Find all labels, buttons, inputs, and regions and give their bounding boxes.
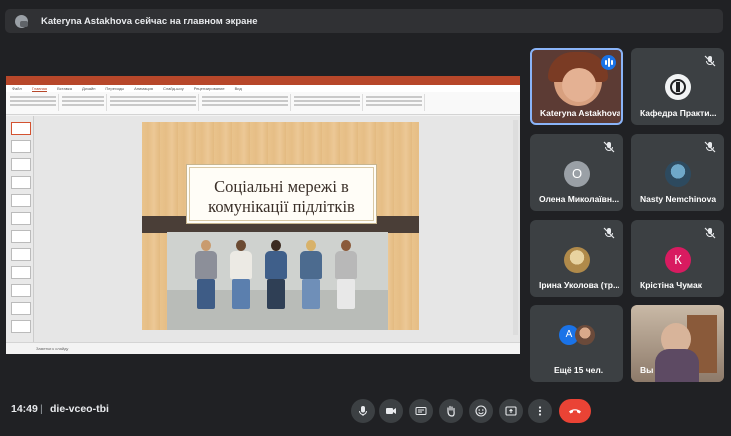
camera-icon (386, 408, 396, 414)
slide-thumbnail (11, 140, 31, 153)
slide-thumbnail (11, 302, 31, 315)
participant-tile-speaker[interactable]: Kateryna Astakhova (530, 48, 623, 125)
slide-thumbnail (11, 284, 31, 297)
slide-thumbnail (11, 248, 31, 261)
slide-title-line-2: комунікації підлітків (208, 197, 355, 216)
captions-button[interactable] (409, 399, 433, 423)
notes-bar: Заметки к слайду (6, 342, 520, 354)
avatar: К (665, 247, 691, 273)
more-participants-tile[interactable]: А Ещё 15 чел. (530, 305, 623, 382)
current-slide: Соціальні мережі в комунікації підлітків (142, 122, 419, 330)
powerpoint-titlebar (6, 76, 520, 85)
mic-off-icon (704, 55, 716, 67)
avatar (665, 161, 691, 187)
more-participants-count: Ещё 15 чел. (554, 365, 604, 375)
slide-thumbnail (11, 176, 31, 189)
captions-icon (415, 407, 427, 415)
ribbon-tab: Рецензирование (193, 86, 225, 91)
camera-button[interactable] (379, 399, 403, 423)
ribbon-tab: Дизайн (81, 86, 96, 91)
participant-tile[interactable]: Кафедра Практи... (631, 48, 724, 125)
ribbon-tab: Вид (234, 86, 242, 91)
leave-call-button[interactable] (559, 399, 591, 423)
participant-tile[interactable]: К Крістіна Чумак (631, 220, 724, 297)
participant-name: Nasty Nemchinova (640, 194, 717, 204)
present-now-button[interactable] (499, 399, 523, 423)
raise-hand-icon (447, 405, 455, 417)
ribbon-toolbar (6, 92, 520, 115)
hangup-icon (569, 409, 581, 414)
avatar (564, 247, 590, 273)
meeting-code: die-vceo-tbi (50, 403, 109, 415)
slide-thumbnail (11, 266, 31, 279)
mic-off-icon (704, 141, 716, 153)
participant-name: Вы (640, 365, 654, 375)
meeting-separator: | (40, 403, 43, 415)
mic-off-icon (603, 227, 615, 239)
slide-thumbnail (11, 212, 31, 225)
slide-title-line-1: Соціальні мережі в (214, 177, 349, 196)
slide-thumbnail (11, 158, 31, 171)
more-options-button[interactable] (528, 399, 552, 423)
ribbon-tab: Анимация (134, 86, 153, 91)
ribbon-tab: Вставка (57, 86, 72, 91)
participant-tile[interactable]: Ірина Уколова (тр... (530, 220, 623, 297)
ribbon-tabs: Файл Главная Вставка Дизайн Переходы Ани… (6, 85, 520, 92)
emoji-button[interactable] (469, 399, 493, 423)
slide-scrollbar (513, 120, 518, 335)
participant-tile[interactable]: Nasty Nemchinova (631, 134, 724, 211)
raise-hand-button[interactable] (439, 399, 463, 423)
meeting-time: 14:49 (11, 403, 38, 415)
ribbon-tab: Слайд-шоу (162, 86, 184, 91)
participant-tile[interactable]: О Олена Миколаївн... (530, 134, 623, 211)
microphone-icon (359, 406, 367, 416)
participant-name: Ірина Уколова (тр... (539, 280, 619, 290)
slide-thumbnails (6, 116, 34, 342)
self-view-tile[interactable]: Вы (631, 305, 724, 382)
slide-thumbnail (11, 194, 31, 207)
more-icon (538, 406, 542, 416)
speaking-indicator-icon (601, 55, 616, 70)
presenting-banner: Kateryna Astakhova сейчас на главном экр… (5, 9, 723, 33)
participant-name: Крістіна Чумак (640, 280, 702, 290)
ribbon-tab: Файл (12, 86, 22, 91)
participant-name: Кафедра Практи... (640, 108, 717, 118)
slide-photo-teenagers (167, 232, 388, 330)
shared-screen: Файл Главная Вставка Дизайн Переходы Ани… (6, 76, 520, 354)
mic-off-icon (704, 227, 716, 239)
emoji-icon (475, 405, 487, 417)
slide-title-box: Соціальні мережі в комунікації підлітків (186, 164, 377, 224)
mic-off-icon (603, 141, 615, 153)
slide-thumbnail (11, 230, 31, 243)
ribbon-tab-active: Главная (31, 86, 48, 92)
avatar: О (564, 161, 590, 187)
ribbon-tab: Переходы (105, 86, 125, 91)
presenter-avatar-icon (15, 14, 28, 28)
slide-thumbnail (11, 122, 31, 135)
department-logo-icon (665, 74, 691, 100)
microphone-button[interactable] (351, 399, 375, 423)
slide-editor: Соціальні мережі в комунікації підлітків (34, 116, 520, 342)
participant-name: Kateryna Astakhova (540, 108, 620, 118)
present-icon (505, 406, 517, 416)
participant-name: Олена Миколаївн... (539, 194, 619, 204)
avatar (575, 325, 595, 345)
banner-text: Kateryna Astakhova сейчас на главном экр… (41, 15, 258, 27)
slide-thumbnail (11, 320, 31, 333)
